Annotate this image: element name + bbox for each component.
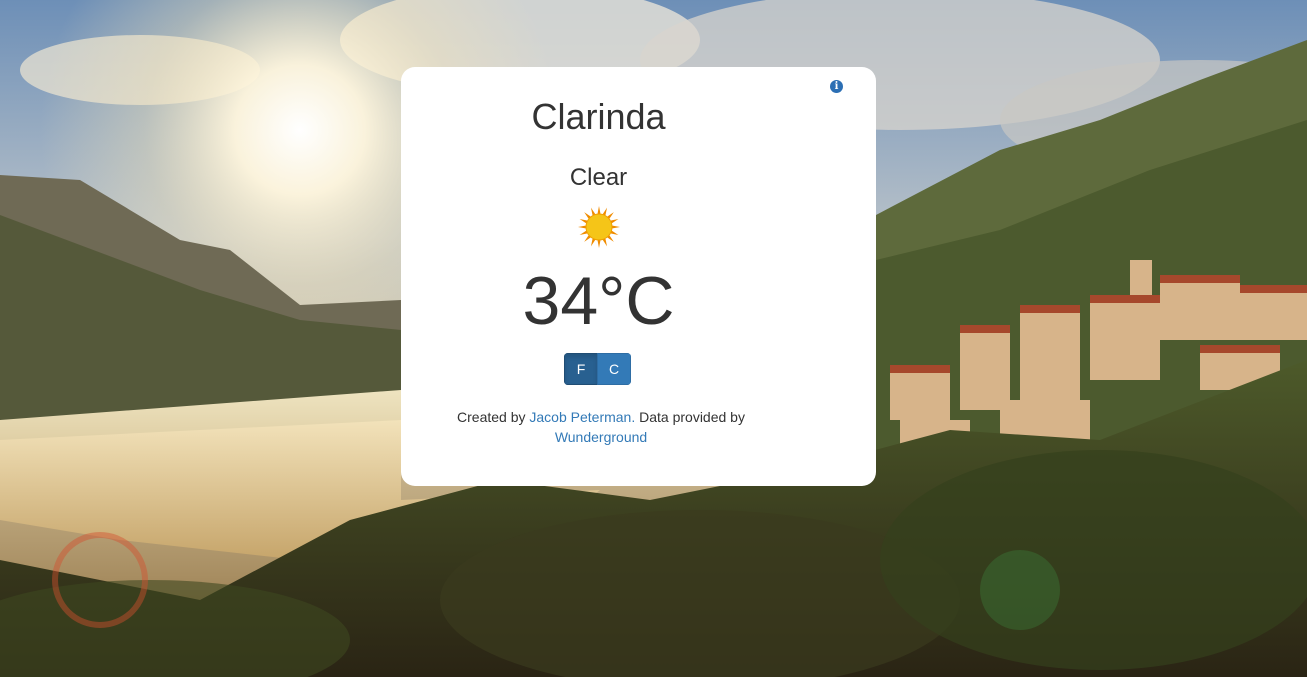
- credits-text: Created by Jacob Peterman. Data provided…: [447, 407, 755, 447]
- info-icon[interactable]: i: [830, 80, 843, 93]
- city-name: Clarinda: [531, 96, 666, 137]
- unit-toggle-group: F C: [564, 353, 631, 385]
- wunderground-link[interactable]: Wunderground: [555, 429, 647, 445]
- sun-ray: [578, 225, 587, 229]
- data-provided-by-label: Data provided by: [639, 409, 745, 425]
- sun-ray: [597, 239, 601, 248]
- temperature-display: 34°C: [522, 263, 675, 339]
- weather-card: i Clarinda Clear 34°C F C Created by Jac…: [401, 67, 876, 486]
- weather-condition: Clear: [569, 164, 628, 191]
- celsius-button[interactable]: C: [597, 353, 631, 385]
- created-by-label: Created by: [457, 409, 526, 425]
- fahrenheit-button[interactable]: F: [564, 353, 598, 385]
- sun-ray: [597, 206, 601, 215]
- sun-ray: [611, 225, 620, 229]
- author-link[interactable]: Jacob Peterman.: [529, 409, 635, 425]
- sun-icon: [577, 205, 621, 249]
